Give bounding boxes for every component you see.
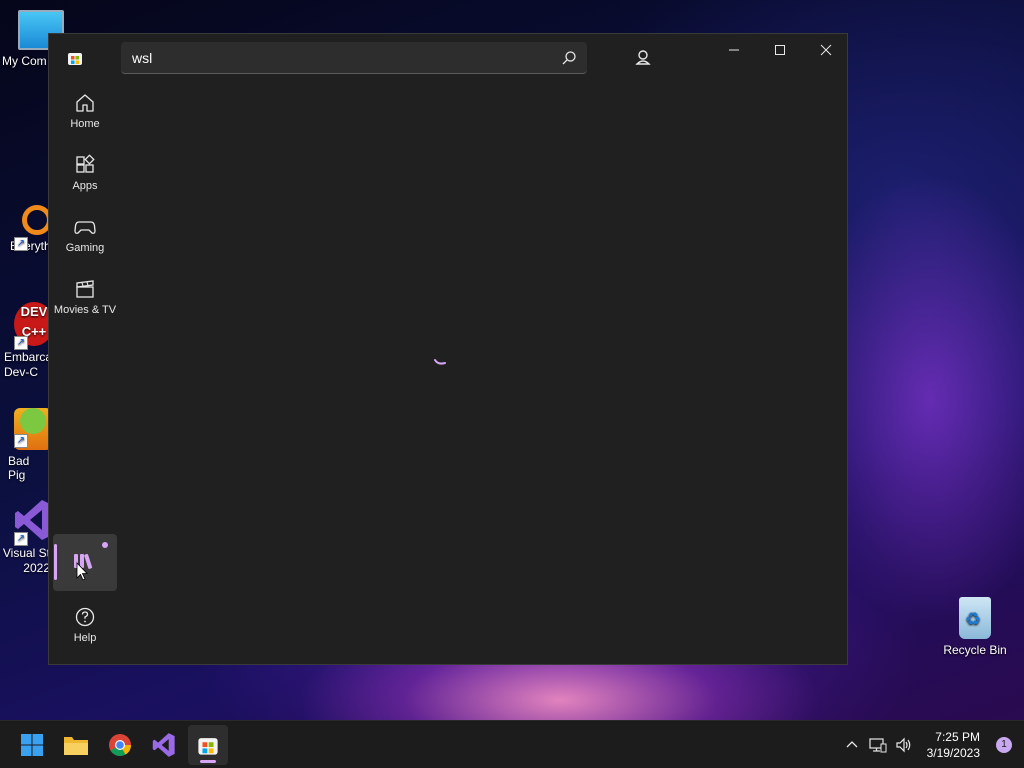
shortcut-arrow-icon: ↗	[14, 336, 28, 350]
start-button[interactable]	[12, 725, 52, 765]
folder-icon	[64, 737, 88, 755]
account-button[interactable]	[629, 44, 657, 72]
nav-item-label: Home	[70, 118, 100, 130]
minimize-icon	[729, 49, 739, 51]
minimize-button[interactable]	[711, 34, 757, 66]
shortcut-arrow-icon: ↗	[14, 434, 28, 448]
search-icon[interactable]	[561, 50, 577, 66]
nav-item-home[interactable]: Home	[53, 92, 117, 148]
desktop-icon-visual-studio[interactable]: ↗ Visual St 2022	[0, 498, 52, 576]
windows-logo-icon	[21, 734, 43, 756]
network-icon	[869, 738, 887, 753]
library-icon	[74, 542, 108, 581]
taskbar: 7:25 PM 3/19/2023 1	[0, 720, 1024, 768]
desktop-icon-recycle-bin[interactable]: ♻ Recycle Bin	[940, 597, 1010, 657]
close-button[interactable]	[803, 34, 849, 66]
desktop-icon-label: Embarca Dev-C	[4, 350, 53, 379]
clock-time: 7:25 PM	[935, 730, 980, 744]
desktop-icon-embarcadero-devcpp[interactable]: DEV C++ ↗ Embarca Dev-C	[0, 302, 54, 380]
help-icon	[75, 607, 95, 627]
chevron-up-icon	[846, 741, 858, 748]
account-icon	[635, 50, 651, 65]
store-icon	[198, 738, 218, 755]
nav-item-help[interactable]: Help	[53, 606, 117, 644]
running-indicator	[200, 760, 216, 763]
nav-item-label: Movies & TV	[53, 304, 117, 316]
visual-studio-icon	[152, 733, 175, 757]
nav-item-label: Gaming	[65, 242, 105, 254]
nav-item-label: Apps	[72, 180, 98, 192]
nav-item-label: Help	[73, 632, 97, 644]
shortcut-arrow-icon: ↗	[14, 532, 28, 546]
shortcut-arrow-icon: ↗	[14, 237, 28, 251]
search-value: wsl	[132, 50, 153, 66]
desktop-icon-label: Bad Pig	[8, 454, 30, 482]
notification-badge[interactable]: 1	[996, 737, 1012, 753]
clock[interactable]: 7:25 PM 3/19/2023	[927, 729, 980, 761]
taskbar-chrome[interactable]	[100, 725, 140, 765]
nav-item-library[interactable]	[53, 534, 117, 591]
desktop-icon-bad-piggies[interactable]: ↗ Bad Pig	[0, 400, 52, 482]
speaker-icon	[896, 737, 911, 753]
chrome-icon	[109, 734, 131, 756]
title-bar[interactable]: wsl	[49, 34, 847, 82]
nav-item-gaming[interactable]: Gaming	[53, 216, 117, 272]
desktop-icon-everything[interactable]: ↗ Everyth	[0, 205, 52, 253]
desktop-icon-label: Visual St 2022	[2, 546, 50, 575]
store-window: wsl Home Apps Gaming Movies & TV Help	[48, 33, 848, 665]
gamepad-icon	[74, 221, 96, 234]
volume-button[interactable]	[886, 725, 922, 765]
search-input[interactable]: wsl	[121, 42, 587, 74]
desktop-icon-label: Recycle Bin	[943, 643, 1007, 657]
active-indicator	[54, 544, 57, 580]
clapperboard-icon	[76, 280, 94, 298]
taskbar-visual-studio[interactable]	[144, 725, 184, 765]
home-icon	[76, 94, 94, 112]
taskbar-file-explorer[interactable]	[56, 725, 96, 765]
recycle-bin-icon: ♻	[959, 597, 991, 639]
maximize-button[interactable]	[757, 34, 803, 66]
close-icon	[820, 44, 832, 56]
apps-icon	[76, 154, 95, 173]
taskbar-microsoft-store[interactable]	[188, 725, 228, 765]
clock-date: 3/19/2023	[926, 746, 980, 760]
nav-item-movies-tv[interactable]: Movies & TV	[53, 278, 117, 334]
nav-item-apps[interactable]: Apps	[53, 154, 117, 210]
maximize-icon	[775, 45, 785, 55]
loading-spinner	[432, 346, 454, 368]
store-logo-icon	[67, 50, 83, 66]
